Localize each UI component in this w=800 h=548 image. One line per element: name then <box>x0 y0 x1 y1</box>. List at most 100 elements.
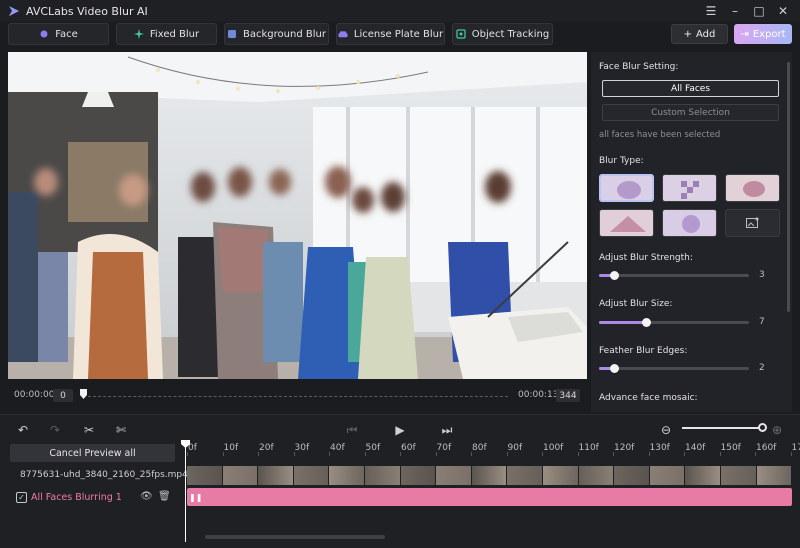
skip-end-icon[interactable]: ⏭ <box>438 421 456 439</box>
plus-icon: + <box>683 28 692 40</box>
blur-size-handle[interactable] <box>641 318 651 327</box>
face-mask-icon <box>39 29 49 39</box>
ruler-tick <box>222 452 224 456</box>
add-button[interactable]: + Add <box>671 24 728 44</box>
blur-strength-handle[interactable] <box>610 271 619 280</box>
tab-license-plate-blur-label: License Plate Blur <box>353 28 444 40</box>
film-frame <box>364 466 401 485</box>
total-frames: 344 <box>556 389 580 402</box>
blur-type-pixel[interactable] <box>725 174 780 202</box>
skip-start-icon[interactable]: ⏮ <box>343 421 361 439</box>
total-time: 00:00:13 <box>518 390 559 400</box>
tab-fixed-blur[interactable]: Fixed Blur <box>116 23 217 45</box>
blur-type-crystal[interactable] <box>599 209 654 237</box>
current-time: 00:00:00 <box>14 390 55 400</box>
target-icon <box>133 29 144 39</box>
ruler-tick-label: 20f <box>259 443 274 453</box>
face-blur-setting-label: Face Blur Setting: <box>599 62 679 72</box>
zoom-slider[interactable] <box>682 427 764 429</box>
crosshair-icon <box>456 29 466 39</box>
advance-mosaic-label: Advance face mosaic: <box>599 393 698 403</box>
ruler-tick <box>471 452 472 456</box>
ruler-tick <box>506 452 508 456</box>
feather-edges-value: 2 <box>759 363 765 373</box>
film-frame <box>329 466 365 485</box>
film-frame <box>685 466 721 485</box>
add-custom-image-button[interactable] <box>725 209 780 237</box>
ruler-tick <box>187 452 188 456</box>
trash-icon[interactable]: 🗑 <box>158 491 171 503</box>
menu-icon[interactable]: ☰ <box>700 0 722 22</box>
track-checkbox[interactable]: ✓ <box>16 492 27 503</box>
clip-handle-icon[interactable]: ❚❚ <box>189 493 202 502</box>
blur-strength-value: 3 <box>759 270 765 280</box>
film-frame <box>187 466 223 485</box>
ruler-tick-label: 110f <box>578 443 599 453</box>
selection-note: all faces have been selected <box>599 130 721 140</box>
video-preview[interactable] <box>8 52 587 379</box>
feather-edges-handle[interactable] <box>610 364 619 373</box>
maximize-icon[interactable]: □ <box>748 0 770 22</box>
car-icon <box>338 29 348 39</box>
track-row[interactable]: ✓ All Faces Blurring 1 👁 🗑 <box>8 488 180 508</box>
ruler-tick-label: 50f <box>365 443 381 453</box>
ruler-tick <box>648 452 650 456</box>
eye-icon[interactable]: 👁 <box>140 491 153 503</box>
feather-edges-slider[interactable] <box>599 364 749 373</box>
playhead-line <box>185 442 186 542</box>
timeline-ruler[interactable]: 0f 10f 20f 30f 40f 50f 60f 70f 80f 90f 100f 110f 120… <box>185 442 800 456</box>
film-frame <box>258 466 294 485</box>
cut-icon[interactable]: ✄ <box>112 421 130 439</box>
minimize-icon[interactable]: – <box>724 0 746 22</box>
split-icon[interactable]: ✂ <box>80 421 98 439</box>
all-faces-button[interactable]: All Faces <box>602 80 779 97</box>
blur-clip[interactable]: ❚❚ <box>187 488 792 506</box>
tab-face[interactable]: Face <box>8 23 109 45</box>
track-label: All Faces Blurring 1 <box>31 492 122 503</box>
tab-background-blur[interactable]: Background Blur <box>224 23 329 45</box>
play-icon[interactable]: ▶ <box>391 421 409 439</box>
film-frame <box>507 466 543 485</box>
ruler-tick <box>755 452 756 456</box>
close-icon[interactable]: ✕ <box>772 0 794 22</box>
tab-license-plate-blur[interactable]: License Plate Blur <box>336 23 445 45</box>
ruler-tick-label: 10f <box>223 443 239 453</box>
blur-strength-label: Adjust Blur Strength: <box>599 253 693 263</box>
current-frame-field[interactable]: 0 <box>53 389 73 402</box>
custom-selection-button[interactable]: Custom Selection <box>602 104 779 121</box>
blur-type-mosaic[interactable] <box>662 174 717 202</box>
export-button-label: Export <box>752 28 786 40</box>
ruler-tick <box>258 452 259 456</box>
ruler-tick <box>719 452 721 456</box>
ruler-tick <box>435 452 437 456</box>
film-frame <box>471 466 508 485</box>
video-frame-image <box>8 52 587 379</box>
timeline-scrollbar[interactable] <box>205 535 385 539</box>
zoom-handle[interactable] <box>758 423 767 432</box>
panel-scrollbar[interactable] <box>787 62 790 312</box>
film-frame <box>293 466 330 485</box>
zoom-in-icon[interactable]: ⊕ <box>768 421 786 439</box>
undo-icon[interactable]: ↶ <box>14 421 32 439</box>
tab-object-tracking[interactable]: Object Tracking <box>452 23 553 45</box>
export-button[interactable]: ⇥ Export <box>734 24 792 44</box>
blur-strength-slider[interactable] <box>599 271 749 280</box>
scrubber-track[interactable] <box>83 396 508 397</box>
ruler-tick <box>542 452 543 456</box>
feather-edges-label: Feather Blur Edges: <box>599 346 688 356</box>
ruler-tick-label: 40f <box>330 443 345 453</box>
ruler-tick <box>684 452 685 456</box>
scrubber-handle[interactable] <box>80 389 87 399</box>
ruler-tick <box>364 452 366 456</box>
ruler-tick-label: 80f <box>472 443 487 453</box>
zoom-out-icon[interactable]: ⊖ <box>657 421 675 439</box>
blur-size-slider[interactable] <box>599 318 749 327</box>
blur-type-frosted[interactable] <box>662 209 717 237</box>
export-icon: ⇥ <box>740 28 749 40</box>
blur-type-gaussian[interactable] <box>599 174 654 202</box>
redo-icon[interactable]: ↷ <box>46 421 64 439</box>
film-frame <box>578 466 615 485</box>
cancel-preview-button[interactable]: Cancel Preview all <box>10 444 175 462</box>
ruler-tick-label: 90f <box>507 443 523 453</box>
ruler-tick <box>400 452 401 456</box>
